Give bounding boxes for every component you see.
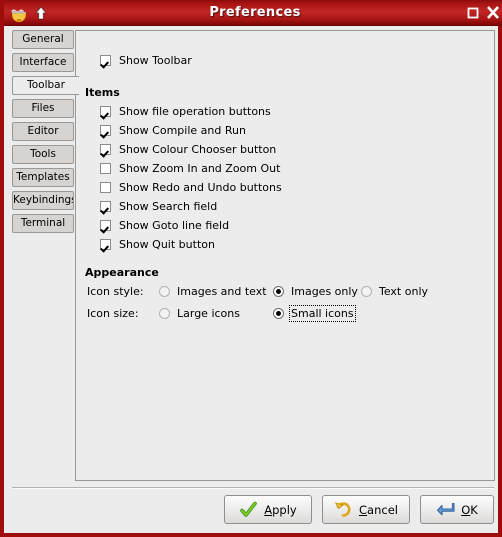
tab-interface[interactable]: Interface: [12, 53, 74, 72]
items-heading: Items: [85, 86, 120, 99]
tab-terminal[interactable]: Terminal: [12, 214, 74, 233]
checkbox-label: Show Compile and Run: [119, 124, 246, 137]
tab-label: Toolbar: [27, 79, 65, 91]
radio-icon-style-images-and-text[interactable]: Images and text: [159, 285, 267, 298]
radio-label: Large icons: [177, 307, 240, 320]
blue-enter-arrow-icon: [436, 500, 455, 519]
radio-label: Images only: [291, 285, 358, 298]
checkbox-label: Show Zoom In and Zoom Out: [119, 162, 281, 175]
green-check-icon: [239, 500, 258, 519]
cancel-button[interactable]: Cancel: [322, 495, 410, 524]
tab-general[interactable]: General: [12, 30, 74, 49]
button-separator: [12, 487, 494, 489]
radio-indicator[interactable]: [273, 286, 284, 297]
radio-label: Small icons: [289, 305, 356, 322]
tab-label: Interface: [19, 56, 67, 68]
ok-button[interactable]: OK: [420, 495, 494, 524]
radio-indicator[interactable]: [159, 308, 170, 319]
checkbox-indicator[interactable]: [100, 239, 111, 250]
tab-label: Files: [31, 102, 55, 114]
tab-label: General: [22, 33, 64, 45]
tab-keybindings[interactable]: Keybindings: [12, 191, 74, 210]
radio-icon-size-large-icons[interactable]: Large icons: [159, 307, 240, 320]
tab-templates[interactable]: Templates: [12, 168, 74, 187]
apply-button[interactable]: Apply: [224, 495, 312, 524]
title-bar: Preferences: [4, 0, 502, 26]
tab-label: Editor: [27, 125, 59, 137]
checkbox-label: Show file operation buttons: [119, 105, 271, 118]
tab-tools[interactable]: Tools: [12, 145, 74, 164]
radio-icon-style-images-only[interactable]: Images only: [273, 285, 358, 298]
checkbox-show-search-field[interactable]: Show Search field: [100, 200, 217, 213]
radio-indicator[interactable]: [361, 286, 372, 297]
checkbox-show-goto-line-field[interactable]: Show Goto line field: [100, 219, 229, 232]
checkbox-label: Show Redo and Undo buttons: [119, 181, 282, 194]
checkbox-show-compile-and-run[interactable]: Show Compile and Run: [100, 124, 246, 137]
settings-tab-list: General Interface Toolbar Files Editor T…: [12, 30, 80, 237]
checkbox-indicator[interactable]: [100, 201, 111, 212]
checkbox-label: Show Search field: [119, 200, 218, 213]
checkbox-label: Show Toolbar: [119, 54, 192, 67]
window-title: Preferences: [209, 5, 301, 20]
radio-icon-style-text-only[interactable]: Text only: [361, 285, 428, 298]
checkbox-label: Show Quit button: [119, 238, 215, 251]
radio-indicator[interactable]: [159, 286, 170, 297]
checkbox-indicator[interactable]: [100, 220, 111, 231]
cancel-button-label: Cancel: [359, 502, 398, 517]
checkbox-show-colour-chooser-button[interactable]: Show Colour Chooser button: [100, 143, 276, 156]
apply-button-label: Apply: [264, 502, 297, 517]
checkbox-show-zoom-in-and-zoom-out[interactable]: Show Zoom In and Zoom Out: [100, 162, 280, 175]
checkbox-label: Show Colour Chooser button: [119, 143, 277, 156]
radio-icon-size-small-icons[interactable]: Small icons: [273, 305, 356, 322]
tab-label: Templates: [16, 171, 70, 183]
ok-button-label: OK: [461, 502, 478, 517]
tab-files[interactable]: Files: [12, 99, 74, 118]
radio-label: Text only: [379, 285, 429, 298]
tab-label: Tools: [30, 148, 56, 160]
preferences-window: Preferences General Interface Toolbar Fi…: [0, 0, 502, 537]
radio-label: Images and text: [177, 285, 267, 298]
checkbox-indicator[interactable]: [100, 163, 111, 174]
yellow-undo-arrow-icon: [334, 500, 353, 519]
toolbar-settings-panel: Show Toolbar Items Show file operation b…: [75, 30, 495, 481]
icon-style-label: Icon style:: [87, 285, 144, 298]
checkbox-show-toolbar[interactable]: Show Toolbar: [100, 54, 192, 67]
checkbox-indicator[interactable]: [100, 106, 111, 117]
maximize-icon[interactable]: [466, 6, 480, 20]
appearance-heading: Appearance: [85, 266, 159, 279]
checkbox-show-quit-button[interactable]: Show Quit button: [100, 238, 215, 251]
checkbox-show-redo-and-undo-buttons[interactable]: Show Redo and Undo buttons: [100, 181, 282, 194]
checkbox-indicator[interactable]: [100, 182, 111, 193]
dialog-button-bar: Apply Cancel OK: [4, 492, 498, 533]
icon-size-label: Icon size:: [87, 307, 139, 320]
checkbox-indicator[interactable]: [100, 144, 111, 155]
tab-label: Terminal: [20, 217, 66, 229]
checkbox-label: Show Goto line field: [119, 219, 230, 232]
radio-indicator[interactable]: [273, 308, 284, 319]
checkbox-show-file-operation-buttons[interactable]: Show file operation buttons: [100, 105, 271, 118]
tab-editor[interactable]: Editor: [12, 122, 74, 141]
checkbox-indicator[interactable]: [100, 125, 111, 136]
tab-label: Keybindings: [13, 194, 74, 206]
close-icon[interactable]: [485, 4, 501, 21]
tab-toolbar[interactable]: Toolbar: [12, 76, 80, 95]
checkbox-indicator[interactable]: [100, 55, 111, 66]
